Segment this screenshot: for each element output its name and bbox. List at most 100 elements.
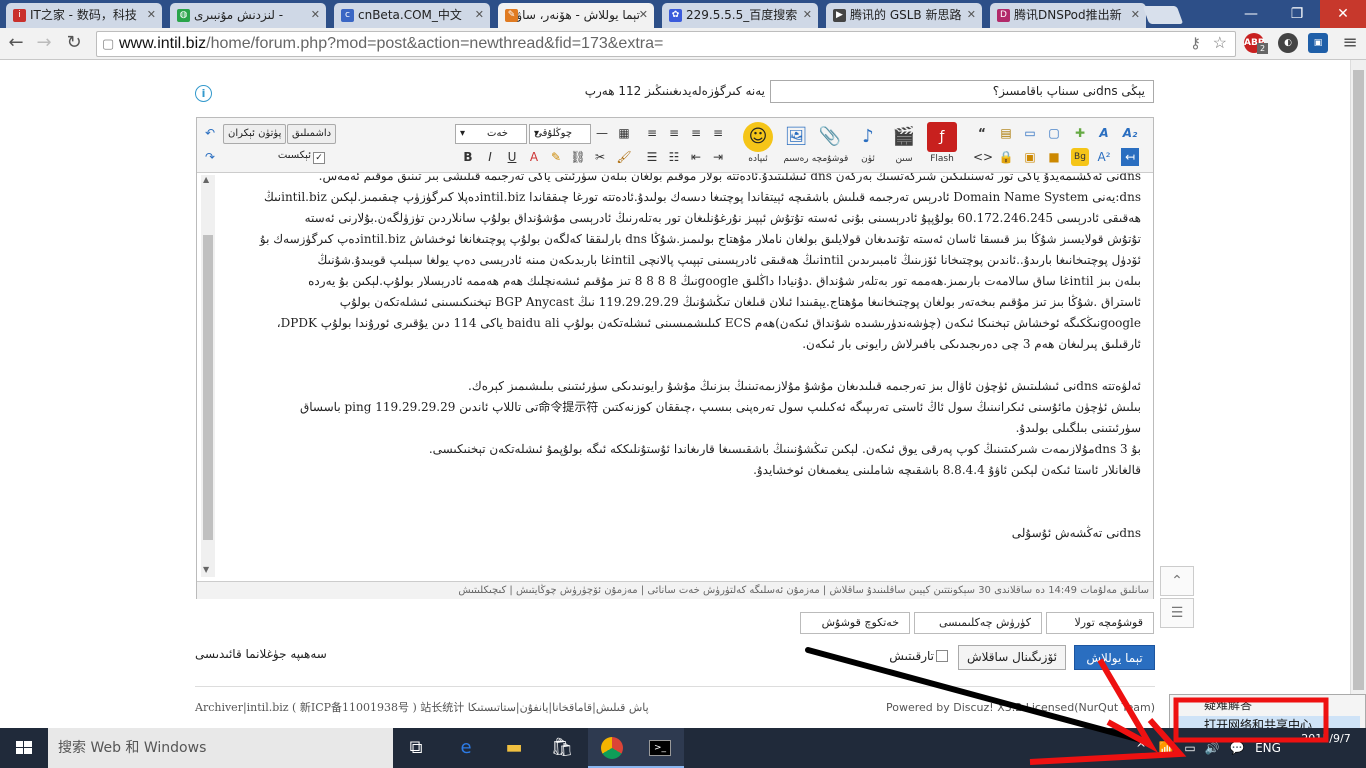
new-tab-button[interactable] <box>1142 6 1184 24</box>
clock[interactable]: 2015/9/7 <box>1292 728 1360 768</box>
editor-text[interactable]: dnsنى ئەكشىمەيدۇ ياكى تور ئەسنىلىكىن شىر… <box>217 173 1141 581</box>
post-thread-button[interactable]: تېما يوللاش <box>1074 645 1155 670</box>
maximize-button[interactable]: ❐ <box>1274 0 1320 28</box>
tray-expand-icon[interactable]: ^ <box>1132 728 1150 768</box>
plugin-icon[interactable]: ✚ <box>1071 124 1089 142</box>
subject-input[interactable]: يېڭى dnsنى سىناپ باقامسىز؟ <box>770 80 1154 103</box>
editor-content-area[interactable]: ▲ ▼ dnsنى ئەكشىمەيدۇ ياكى تور ئەسنىلىكىن… <box>197 173 1153 581</box>
page-scrollbar-thumb[interactable] <box>1353 70 1364 690</box>
volume-icon[interactable]: 🔊 <box>1202 728 1222 768</box>
close-icon[interactable]: ✕ <box>475 3 484 27</box>
lock-icon[interactable]: 🔒 <box>997 148 1015 166</box>
language-indicator[interactable]: ENG <box>1250 728 1286 768</box>
menu-icon[interactable]: ≡ <box>1338 32 1362 56</box>
emoji-icon[interactable]: ☺ <box>743 122 773 152</box>
redo-icon[interactable]: ↷ <box>201 148 219 166</box>
italic-icon[interactable]: I <box>481 148 499 166</box>
option-add-tag[interactable]: خەتكوچ قوشۇش <box>800 612 910 634</box>
tab-dnspod[interactable]: D 腾讯DNSPod推出新 ✕ <box>990 3 1146 28</box>
free-icon[interactable]: ■ <box>1045 148 1063 166</box>
tab-cnbeta[interactable]: c cnBeta.COM_中文 ✕ <box>334 3 490 28</box>
option-attachment[interactable]: قوشۇمچە تورلا <box>1046 612 1154 634</box>
tab-forum-2[interactable]: ◍ لنزدنش مۇنبىرى - ✕ <box>170 3 326 28</box>
link-icon[interactable]: ⛓ <box>569 148 587 166</box>
publish-checkbox[interactable] <box>936 650 948 662</box>
list-view-icon[interactable]: ☰ <box>1160 598 1194 628</box>
store-icon[interactable]: 🛍 <box>538 728 586 768</box>
info-icon[interactable]: i <box>195 85 212 102</box>
ordered-list-icon[interactable]: ☷ <box>665 148 683 166</box>
tab-new-thread[interactable]: ✎ تېما يوللاش - ھۆنەر، ساۋا ✕ <box>498 3 654 28</box>
font-select[interactable]: خەت <box>455 124 527 144</box>
list-icon[interactable]: ☰ <box>643 148 661 166</box>
undo-icon[interactable]: ↶ <box>201 124 219 142</box>
quote-icon[interactable]: “ <box>973 124 991 142</box>
file-explorer-icon[interactable]: ▬ <box>490 728 538 768</box>
save-draft-button[interactable]: ئۆزىگىنال ساقلاش <box>958 645 1066 670</box>
align-right-icon[interactable]: ≡ <box>643 124 661 142</box>
tab-gslb[interactable]: ▶ 腾讯的 GSLB 新思路 ✕ <box>826 3 982 28</box>
forward-arrow-icon[interactable]: → <box>32 32 56 56</box>
close-icon[interactable]: ✕ <box>967 3 976 27</box>
task-view-icon[interactable]: ⧉ <box>392 728 440 768</box>
editor-scrollbar-thumb[interactable] <box>203 235 213 540</box>
scroll-down-icon[interactable]: ▼ <box>203 565 209 574</box>
notification-icon[interactable]: 💬 <box>1226 728 1248 768</box>
key-icon[interactable]: ⚷ <box>1190 32 1201 56</box>
unlink-icon[interactable]: ✂ <box>591 148 609 166</box>
battery-icon[interactable]: ▭ <box>1180 728 1200 768</box>
size-select[interactable]: چوڭلۇقى <box>529 124 591 144</box>
save-data-button[interactable]: داشمىلىق <box>287 124 337 144</box>
highlight-icon[interactable]: ✎ <box>547 148 565 166</box>
tab-baidu[interactable]: ✿ 229.5.5.5_百度搜索 ✕ <box>662 3 818 28</box>
close-icon[interactable]: ✕ <box>311 3 320 27</box>
scroll-top-icon[interactable]: ⌃ <box>1160 566 1194 596</box>
page-icon[interactable]: ▭ <box>1021 124 1039 142</box>
address-bar[interactable]: ▢ www.intil.biz/home/forum.php?mod=post&… <box>96 31 1236 57</box>
window-icon[interactable]: ▢ <box>1045 124 1063 142</box>
page-scrollbar[interactable] <box>1350 60 1366 728</box>
footer-links[interactable]: Archiver|intil.biz ( 新ICP备11001938号 ) 站长… <box>195 699 715 715</box>
font-a-icon[interactable]: A <box>1095 124 1113 142</box>
box-icon[interactable]: ▣ <box>1021 148 1039 166</box>
image-icon[interactable]: 🖼 <box>781 122 811 152</box>
table-icon[interactable]: ▦ <box>615 124 633 142</box>
star-icon[interactable]: ☆ <box>1213 32 1227 56</box>
align-left-icon[interactable]: ≡ <box>687 124 705 142</box>
menu-item-troubleshoot[interactable]: 疑难解答 <box>1174 697 1360 713</box>
indent-icon[interactable]: ⇥ <box>709 148 727 166</box>
close-icon[interactable]: ✕ <box>147 3 156 27</box>
video-icon[interactable]: 🎬 <box>889 122 919 152</box>
hide-icon[interactable]: ▤ <box>997 124 1015 142</box>
close-icon[interactable]: ✕ <box>639 3 648 27</box>
justify-icon[interactable]: ≡ <box>709 124 727 142</box>
edge-icon[interactable]: e <box>442 728 490 768</box>
code-icon[interactable]: <> <box>973 148 993 166</box>
tab-ithome[interactable]: i IT之家 - 数码，科技 ✕ <box>6 3 162 28</box>
subscript-icon[interactable]: A₂ <box>1121 124 1139 142</box>
back-arrow-icon[interactable]: ← <box>4 32 28 56</box>
bold-icon[interactable]: B <box>459 148 477 166</box>
minimize-button[interactable]: — <box>1228 0 1274 28</box>
attachment-icon[interactable]: 📎 <box>815 122 845 152</box>
start-button[interactable] <box>0 728 48 768</box>
extension-icon[interactable]: ◐ <box>1278 33 1298 53</box>
scroll-up-icon[interactable]: ▲ <box>203 175 209 184</box>
reload-icon[interactable]: ↻ <box>62 32 86 56</box>
format-brush-icon[interactable]: 🖌 <box>615 148 633 166</box>
rtl-direction-icon[interactable]: ↤ <box>1121 148 1139 166</box>
superscript-icon[interactable]: A² <box>1095 148 1113 166</box>
extension-2-icon[interactable]: ▣ <box>1308 33 1328 53</box>
hr-icon[interactable]: — <box>593 124 611 142</box>
outdent-icon[interactable]: ⇤ <box>687 148 705 166</box>
chrome-icon[interactable] <box>588 728 636 768</box>
close-window-button[interactable]: ✕ <box>1320 0 1366 28</box>
cmd-icon[interactable]: >_ <box>636 728 684 768</box>
fullscreen-button[interactable]: پۈتۈن ئېكران <box>223 124 287 144</box>
close-icon[interactable]: ✕ <box>1131 3 1140 27</box>
font-color-icon[interactable]: A <box>525 148 543 166</box>
editor-scrollbar[interactable]: ▲ ▼ <box>201 175 215 577</box>
audio-icon[interactable]: ♪ <box>853 122 883 152</box>
bg-color-icon[interactable]: Bg <box>1071 148 1089 166</box>
close-icon[interactable]: ✕ <box>803 3 812 27</box>
